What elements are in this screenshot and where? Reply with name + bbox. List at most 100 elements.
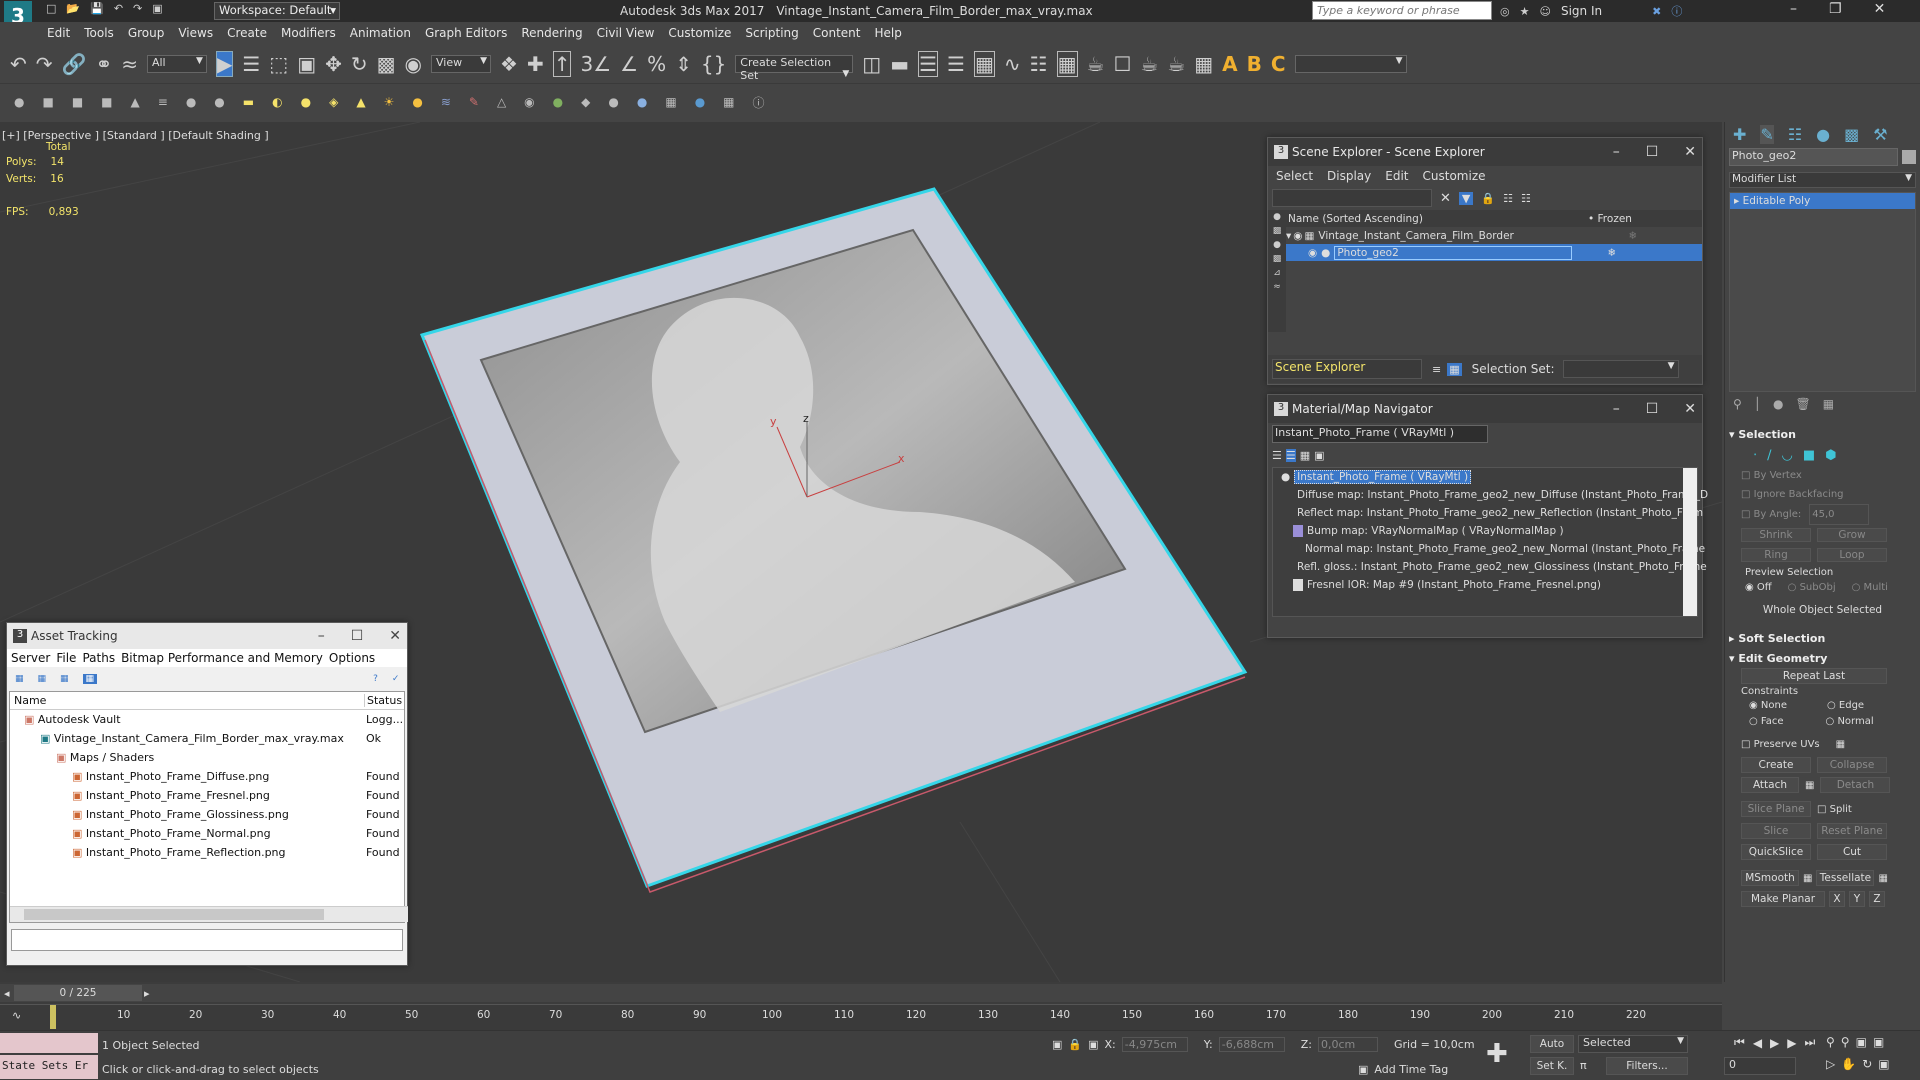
display-lights-icon[interactable]: ● <box>1273 240 1281 250</box>
curve-editor-icon[interactable]: ∿ <box>1004 52 1021 76</box>
selected-dropdown[interactable]: Selected ▼ <box>1578 1035 1688 1053</box>
vray-material-icon[interactable]: ● <box>637 95 647 109</box>
open-file-icon[interactable]: 📂 <box>66 2 80 15</box>
display-shapes-icon[interactable]: ▩ <box>1273 226 1282 236</box>
grow-button[interactable]: Grow <box>1817 528 1887 542</box>
table-row[interactable]: ▣ Instant_Photo_Frame_Reflection.png Foun… <box>10 843 404 862</box>
bind-space-warp-icon[interactable]: ≈ <box>121 52 138 76</box>
current-frame-marker[interactable] <box>50 1005 56 1029</box>
vray-bake-icon[interactable]: ≡ <box>158 95 168 109</box>
zoom-icon[interactable]: ⚲ <box>1826 1035 1835 1049</box>
current-material-field[interactable]: Instant_Photo_Frame ( VRayMtl ) <box>1272 425 1488 443</box>
field-of-view-icon[interactable]: ▷ <box>1826 1057 1835 1071</box>
polygon-mode-icon[interactable]: ■ <box>1803 448 1815 463</box>
rectangular-selection-icon[interactable]: ⬚ <box>269 52 288 76</box>
object-name-field[interactable]: Photo_geo2 <box>1729 148 1899 166</box>
project-folder-icon[interactable]: ▣ <box>152 2 162 15</box>
clear-search-icon[interactable]: ✕ <box>1440 191 1451 206</box>
menu-rendering[interactable]: Rendering <box>521 26 582 40</box>
ignore-backfacing-checkbox[interactable]: □ Ignore Backfacing <box>1741 485 1920 504</box>
pan-icon[interactable]: ✋ <box>1841 1057 1856 1071</box>
zoom-all-icon[interactable]: ⚲ <box>1841 1035 1850 1049</box>
absolute-mode-icon[interactable]: ▣ <box>1088 1038 1098 1051</box>
asset-menu-options[interactable]: Options <box>329 651 375 665</box>
curve-editor-mini-icon[interactable]: ∿ <box>12 1009 21 1022</box>
minimize-icon[interactable]: – <box>1613 401 1620 417</box>
create-tab-icon[interactable]: ✚ <box>1733 125 1746 144</box>
vray-sun-icon[interactable]: ☀ <box>384 95 395 109</box>
x-field[interactable]: -4,975cm <box>1121 1037 1188 1052</box>
constraint-face-radio[interactable]: ○ Face <box>1749 716 1784 727</box>
vray-ies-light-icon[interactable]: ▲ <box>356 95 365 109</box>
scene-explorer-titlebar[interactable]: 3 Scene Explorer - Scene Explorer – ☐ ✕ <box>1268 138 1702 166</box>
vray-sky-icon[interactable]: ● <box>412 95 422 109</box>
vray-settings-icon[interactable]: ▦ <box>723 95 734 109</box>
vray-frame-buffer-icon[interactable]: ▦ <box>1194 52 1213 76</box>
visibility-eye-icon[interactable]: ◉ <box>1293 230 1302 242</box>
msmooth-button[interactable]: MSmooth <box>1741 870 1799 886</box>
snaps-toggle-icon[interactable]: 3∠ <box>580 52 611 76</box>
vray-clipper-icon[interactable]: △ <box>497 95 506 109</box>
help-icon[interactable]: ? <box>373 674 378 684</box>
planar-z-button[interactable]: Z <box>1869 891 1885 907</box>
vray-convert-icon[interactable]: ▦ <box>665 95 676 109</box>
angle-snap-icon[interactable]: ∠ <box>620 52 638 76</box>
z-field[interactable]: 0,0cm <box>1317 1037 1378 1052</box>
render-iterative-icon[interactable]: ☕ <box>1167 52 1185 76</box>
checkin-icon[interactable]: ▦ <box>60 674 69 684</box>
render-production-icon[interactable]: ☕ <box>1140 52 1158 76</box>
preserve-uvs-settings-icon[interactable]: ▦ <box>1836 739 1845 750</box>
subscription-icon[interactable]: ★ <box>1520 5 1530 18</box>
detach-button[interactable]: Detach <box>1820 777 1891 793</box>
ring-button[interactable]: Ring <box>1741 548 1811 562</box>
hierarchy-tab-icon[interactable]: ☷ <box>1788 125 1802 144</box>
mirror-icon[interactable]: ◫ <box>862 52 881 76</box>
asset-menu-paths[interactable]: Paths <box>82 651 115 665</box>
workspace-dropdown[interactable]: Workspace: Default ▾ <box>214 2 340 20</box>
preserve-uvs-checkbox[interactable]: □ Preserve UVs <box>1741 739 1820 750</box>
material-editor-icon[interactable]: ▦ <box>1056 50 1078 77</box>
set-key-icon[interactable]: ✚ <box>1486 1039 1508 1069</box>
material-navigator-titlebar[interactable]: 3 Material/Map Navigator – ☐ ✕ <box>1268 395 1702 423</box>
vray-light-lister-icon[interactable]: ▲ <box>131 95 140 109</box>
y-field[interactable]: -6,688cm <box>1218 1037 1285 1052</box>
preview-off-radio[interactable]: ◉ Off <box>1745 582 1772 593</box>
maximize-icon[interactable]: ☐ <box>1646 144 1659 160</box>
next-key-icon[interactable]: ▶ <box>1787 1036 1796 1050</box>
scene-row-parent[interactable]: ▾ ◉ ▦ Vintage_Instant_Camera_Film_Border… <box>1286 227 1702 244</box>
material-tree-item[interactable]: ● Instant_Photo_Frame ( VRayMtl ) <box>1273 468 1697 486</box>
make-unique-icon[interactable]: ● <box>1773 397 1783 411</box>
selection-rollout-header[interactable]: ▾ Selection <box>1725 424 1920 444</box>
freeze-icon[interactable]: ❄ <box>1628 230 1637 242</box>
close-icon[interactable]: ✕ <box>1684 401 1696 417</box>
hierarchy-alt-icon[interactable]: ☷ <box>1521 192 1531 205</box>
viewport-label[interactable]: [+] [Perspective ] [Standard ] [Default … <box>2 129 269 142</box>
scrollbar-thumb[interactable] <box>24 909 324 920</box>
search-input[interactable]: Type a keyword or phrase <box>1312 1 1492 20</box>
planar-x-button[interactable]: X <box>1829 891 1845 907</box>
help-icon[interactable]: ⓘ <box>1671 3 1682 19</box>
table-row[interactable]: ▣ Instant_Photo_Frame_Glossiness.png Foun… <box>10 805 404 824</box>
schematic-view-icon[interactable]: ☷ <box>1030 52 1048 76</box>
goto-start-icon[interactable]: ⏮ <box>1734 1035 1745 1050</box>
material-tree-scrollbar[interactable] <box>1683 468 1697 616</box>
material-tree-item[interactable]: Refl. gloss.: Instant_Photo_Frame_geo2_n… <box>1273 558 1707 576</box>
reset-plane-button[interactable]: Reset Plane <box>1817 823 1887 839</box>
msmooth-settings-icon[interactable]: ▦ <box>1803 873 1812 884</box>
view-list-icon[interactable]: ☰ <box>1272 449 1282 462</box>
minimize-icon[interactable]: – <box>318 628 325 644</box>
collapse-button[interactable]: Collapse <box>1817 757 1887 773</box>
edit-named-selection-icon[interactable]: {} <box>701 52 726 76</box>
planar-y-button[interactable]: Y <box>1849 891 1865 907</box>
select-object-icon[interactable]: ▶ <box>215 50 234 77</box>
freeze-icon[interactable]: ❄ <box>1607 247 1616 259</box>
current-frame-field[interactable]: 0 <box>1724 1057 1796 1075</box>
zoom-extents-icon[interactable]: ▣ <box>1856 1035 1867 1049</box>
menu-customize[interactable]: Customize <box>668 26 731 40</box>
material-tree-item[interactable]: Diffuse map: Instant_Photo_Frame_geo2_ne… <box>1273 486 1708 504</box>
vray-plane-light-icon[interactable]: ▬ <box>243 95 254 109</box>
remove-modifier-icon[interactable]: 🗑 <box>1796 397 1811 411</box>
modifier-list-dropdown[interactable]: Modifier List ▼ <box>1729 172 1916 188</box>
vray-proxy-icon[interactable]: ● <box>214 95 224 109</box>
asset-menu-file[interactable]: File <box>56 651 76 665</box>
